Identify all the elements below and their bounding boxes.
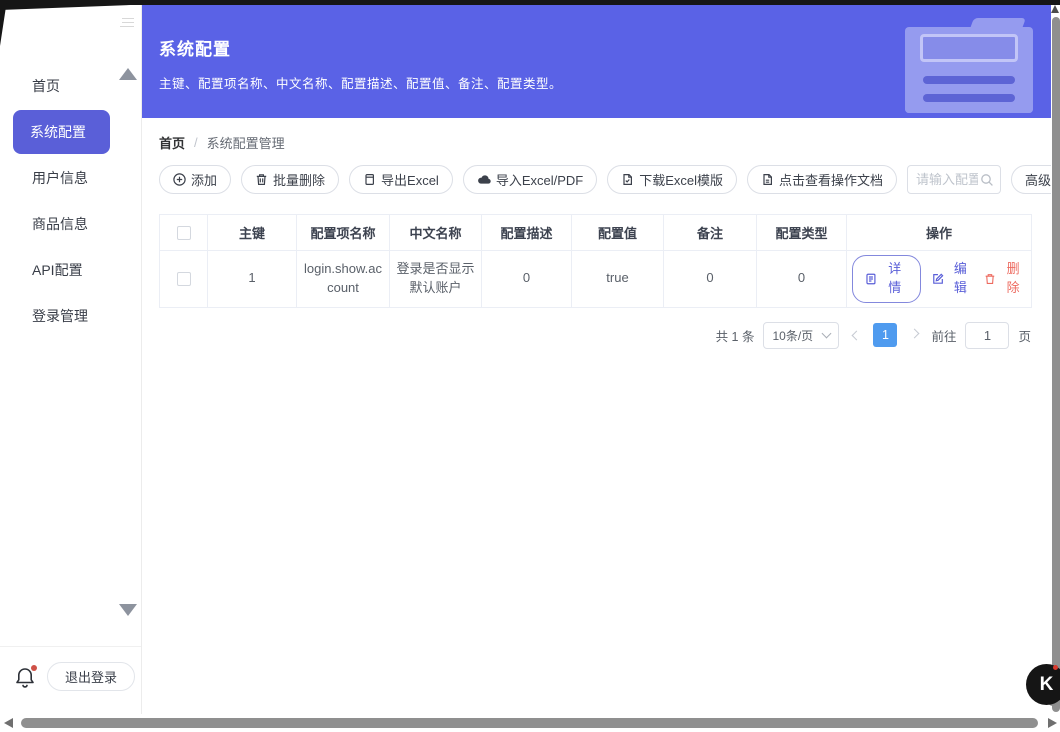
page-size-select[interactable]: 10条/页 <box>763 321 840 349</box>
column-header: 中文名称 <box>389 214 482 251</box>
cell-remark: 0 <box>663 250 757 308</box>
cell-config-value: true <box>571 250 664 308</box>
app-window: 首页 系统配置 用户信息 商品信息 API配置 登录管理 退出登录 系统配置 主… <box>0 0 1060 732</box>
view-docs-button[interactable]: 点击查看操作文档 <box>747 165 898 194</box>
widget-notification-dot <box>1053 665 1058 670</box>
trash-icon <box>985 273 995 284</box>
page-number-active[interactable]: 1 <box>873 323 898 348</box>
widget-letter: K <box>1039 673 1054 695</box>
plus-circle-icon <box>173 173 186 186</box>
file-icon <box>623 174 633 185</box>
sidebar-item-product-info[interactable]: 商品信息 <box>0 201 141 247</box>
sidebar-item-api-config[interactable]: API配置 <box>0 247 141 293</box>
next-page-button[interactable] <box>906 328 922 339</box>
search-input[interactable] <box>916 172 979 187</box>
select-all-checkbox[interactable] <box>176 226 191 241</box>
screen-edge-artifact <box>0 0 1060 5</box>
goto-label: 前往 <box>931 329 957 344</box>
advanced-search-button[interactable]: 高级搜索 <box>1011 165 1051 194</box>
main-area: 系统配置 主键、配置项名称、中文名称、配置描述、配置值、备注、配置类型。 首页 … <box>142 0 1051 714</box>
table-header-row: 主键 配置项名称 中文名称 配置描述 配置值 备注 配置类型 操作 <box>159 214 1032 251</box>
config-table: 主键 配置项名称 中文名称 配置描述 配置值 备注 配置类型 操作 1 logi… <box>159 214 1032 308</box>
table-row: 1 login.show.account 登录是否显示默认账户 0 true 0… <box>159 250 1032 308</box>
prev-page-button[interactable] <box>848 330 864 341</box>
column-header: 配置描述 <box>481 214 572 251</box>
vertical-scrollbar[interactable] <box>1051 0 1060 714</box>
batch-delete-button[interactable]: 批量删除 <box>241 165 340 194</box>
add-button[interactable]: 添加 <box>159 165 232 194</box>
row-actions: 详情 编辑 删除 <box>852 255 1026 303</box>
sidebar-item-home[interactable]: 首页 <box>0 63 141 109</box>
column-header: 操作 <box>846 214 1032 251</box>
sidebar-scroll-down-icon[interactable] <box>119 604 137 616</box>
sidebar-collapse-icon[interactable] <box>120 15 134 30</box>
column-header: 配置类型 <box>756 214 847 251</box>
column-header: 备注 <box>663 214 757 251</box>
pagination-total: 共 1 条 <box>715 329 755 344</box>
scroll-right-arrow-icon[interactable] <box>1048 718 1057 728</box>
folder-illustration-icon <box>905 18 1033 113</box>
sidebar-menu: 首页 系统配置 用户信息 商品信息 API配置 登录管理 <box>0 63 141 339</box>
detail-button[interactable]: 详情 <box>852 255 921 303</box>
floating-k-widget[interactable]: K <box>1026 664 1060 705</box>
breadcrumb-current: 系统配置管理 <box>206 136 285 151</box>
content: 首页 / 系统配置管理 添加 批量删除 导出Excel 导入Excel/PDF … <box>142 133 1051 349</box>
breadcrumb: 首页 / 系统配置管理 <box>159 133 1034 152</box>
pagination: 共 1 条 10条/页 1 前往 页 <box>159 321 1031 349</box>
scroll-left-arrow-icon[interactable] <box>4 718 13 728</box>
goto-page-input[interactable] <box>965 321 1010 349</box>
import-excel-button[interactable]: 导入Excel/PDF <box>462 165 598 194</box>
column-header: 配置值 <box>571 214 664 251</box>
sidebar-item-system-config[interactable]: 系统配置 <box>13 110 110 154</box>
cloud-upload-icon <box>477 175 491 184</box>
header-checkbox-cell <box>159 214 208 251</box>
sidebar-item-login-manage[interactable]: 登录管理 <box>0 293 141 339</box>
sidebar: 首页 系统配置 用户信息 商品信息 API配置 登录管理 退出登录 <box>0 0 142 714</box>
page-banner: 系统配置 主键、配置项名称、中文名称、配置描述、配置值、备注、配置类型。 <box>142 5 1051 118</box>
trash-icon <box>256 174 267 185</box>
cell-chinese-name: 登录是否显示默认账户 <box>389 250 482 308</box>
sidebar-footer: 退出登录 <box>0 646 141 714</box>
column-header: 主键 <box>207 214 297 251</box>
row-checkbox[interactable] <box>176 271 191 286</box>
file-icon <box>763 174 773 185</box>
notification-dot <box>31 665 37 671</box>
cell-config-desc: 0 <box>481 250 572 308</box>
search-icon[interactable] <box>980 173 994 187</box>
logout-button[interactable]: 退出登录 <box>47 662 136 691</box>
cell-config-type: 0 <box>756 250 847 308</box>
edit-button[interactable]: 编辑 <box>932 260 974 298</box>
toolbar: 添加 批量删除 导出Excel 导入Excel/PDF 下载Excel模版 点击… <box>159 165 1051 194</box>
config-search-box <box>907 165 1002 194</box>
page-unit-label: 页 <box>1018 329 1031 344</box>
vertical-scroll-thumb[interactable] <box>1052 17 1060 712</box>
horizontal-scrollbar[interactable] <box>0 714 1060 732</box>
horizontal-scroll-thumb[interactable] <box>21 717 1038 728</box>
export-icon <box>365 174 375 186</box>
column-header: 配置项名称 <box>296 214 390 251</box>
bell-icon[interactable] <box>14 665 37 690</box>
delete-button[interactable]: 删除 <box>984 260 1026 298</box>
scroll-up-arrow-icon[interactable] <box>1051 5 1059 13</box>
document-icon <box>866 273 876 285</box>
edit-icon <box>932 273 944 284</box>
cell-config-name: login.show.account <box>296 250 390 308</box>
cell-primary-key: 1 <box>207 250 297 308</box>
breadcrumb-home[interactable]: 首页 <box>159 133 185 152</box>
chevron-down-icon <box>822 328 832 339</box>
download-template-button[interactable]: 下载Excel模版 <box>607 165 738 194</box>
export-excel-button[interactable]: 导出Excel <box>349 165 453 194</box>
sidebar-item-user-info[interactable]: 用户信息 <box>0 155 141 201</box>
breadcrumb-separator: / <box>194 135 198 150</box>
